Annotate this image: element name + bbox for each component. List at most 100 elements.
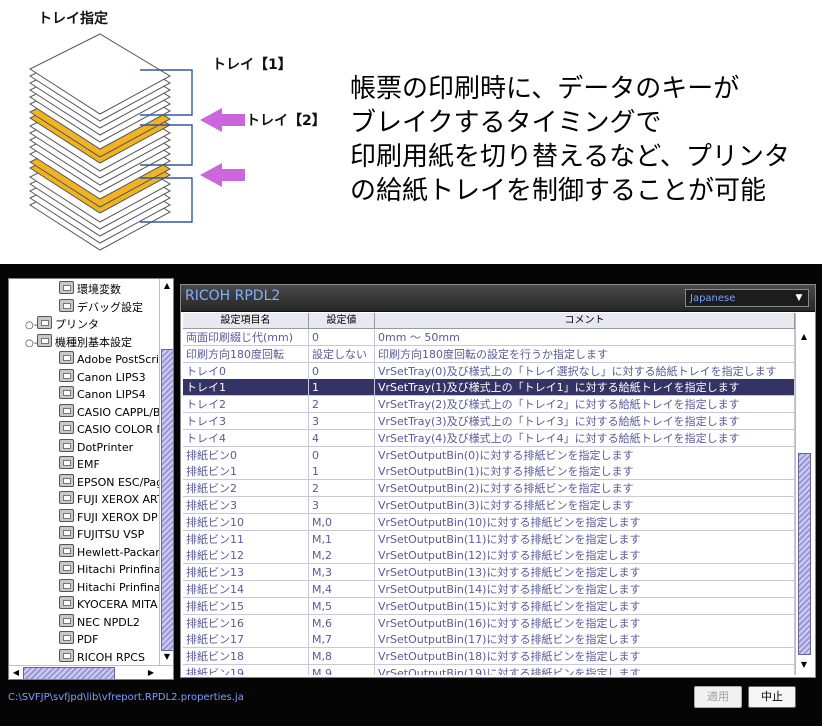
- cell-comment[interactable]: VrSetOutputBin(1)に対する排紙ビンを指定します: [375, 463, 795, 481]
- cell-comment[interactable]: VrSetOutputBin(16)に対する排紙ビンを指定します: [375, 614, 795, 632]
- cell-comment[interactable]: VrSetOutputBin(3)に対する排紙ビンを指定します: [375, 497, 795, 514]
- tree-item[interactable]: デバッグ設定: [59, 298, 143, 316]
- tree-item[interactable]: Hitachi Prinfina MA: [59, 561, 159, 578]
- cell-setting-name[interactable]: 排紙ビン2: [183, 480, 309, 498]
- cell-setting-value[interactable]: M,3: [309, 564, 375, 582]
- cell-comment[interactable]: VrSetOutputBin(10)に対する排紙ビンを指定します: [375, 513, 795, 531]
- cell-comment[interactable]: VrSetOutputBin(17)に対する排紙ビンを指定します: [375, 631, 795, 649]
- column-header-value[interactable]: 設定値: [309, 313, 375, 329]
- cell-comment[interactable]: VrSetOutputBin(12)に対する排紙ビンを指定します: [375, 547, 795, 565]
- table-row[interactable]: トレイ2 2 VrSetTray(2)及び様式上の「トレイ2」に対する給紙トレイを指…: [183, 396, 795, 414]
- table-row[interactable]: 排紙ビン18 M,8 VrSetOutputBin(18)に対する排紙ビンを指定しま…: [183, 648, 795, 666]
- table-row[interactable]: 排紙ビン3 3 VrSetOutputBin(3)に対する排紙ビンを指定します: [183, 497, 795, 514]
- tree-item[interactable]: CASIO CAPPL/Bas: [59, 403, 159, 421]
- tree-item[interactable]: Hitachi Prinfina MA: [59, 578, 159, 596]
- tree-item[interactable]: ○- プリンタ: [25, 316, 99, 333]
- cell-setting-name[interactable]: 印刷方向180度回転: [183, 345, 309, 363]
- cell-setting-name[interactable]: 排紙ビン17: [183, 631, 309, 649]
- tree-item[interactable]: PDF: [59, 631, 98, 648]
- cell-setting-value[interactable]: M,0: [309, 513, 375, 531]
- language-select[interactable]: Japanese ▼: [685, 289, 809, 307]
- cell-comment[interactable]: VrSetTray(0)及び様式上の「トレイ選択なし」に対する給紙トレイを指定し…: [375, 362, 795, 380]
- scroll-up-icon[interactable]: ▲: [798, 331, 810, 343]
- cell-comment[interactable]: VrSetOutputBin(19)に対する排紙ビンを指定します: [375, 665, 795, 675]
- cell-setting-value[interactable]: 4: [309, 429, 375, 447]
- expand-toggle-icon[interactable]: ○-: [25, 335, 37, 352]
- table-row[interactable]: 排紙ビン12 M,2 VrSetOutputBin(12)に対する排紙ビンを指定しま…: [183, 547, 795, 565]
- tree-item[interactable]: Canon LIPS3: [59, 368, 146, 386]
- cell-comment[interactable]: 0mm ～ 50mm: [375, 329, 795, 346]
- tree-item[interactable]: FUJI XEROX ART4: [59, 491, 159, 508]
- cell-setting-value[interactable]: 3: [309, 497, 375, 514]
- cell-setting-name[interactable]: 排紙ビン13: [183, 564, 309, 582]
- table-row[interactable]: 排紙ビン19 M,9 VrSetOutputBin(19)に対する排紙ビンを指定しま…: [183, 665, 795, 675]
- tree-horizontal-scrollbar[interactable]: ◀ ▶: [9, 665, 173, 679]
- tree-item[interactable]: EPSON ESC/Page: [59, 473, 159, 491]
- cancel-button[interactable]: 中止: [748, 686, 796, 708]
- scroll-right-icon[interactable]: ▶: [145, 667, 157, 679]
- tree-item[interactable]: 環境変数: [59, 281, 121, 298]
- cell-setting-name[interactable]: トレイ1: [183, 379, 309, 397]
- expand-toggle-icon[interactable]: ○-: [25, 317, 37, 334]
- cell-setting-name[interactable]: トレイ2: [183, 396, 309, 414]
- tree-item[interactable]: ○- 機種別基本設定: [25, 333, 132, 352]
- cell-comment[interactable]: VrSetOutputBin(15)に対する排紙ビンを指定します: [375, 597, 795, 615]
- scroll-up-icon[interactable]: ▲: [161, 280, 173, 292]
- tree-item[interactable]: CASIO COLOR N4: [59, 421, 159, 438]
- table-row[interactable]: 排紙ビン11 M,1 VrSetOutputBin(11)に対する排紙ビンを指定しま…: [183, 530, 795, 548]
- cell-setting-name[interactable]: 排紙ビン11: [183, 530, 309, 548]
- cell-setting-name[interactable]: 排紙ビン19: [183, 665, 309, 675]
- table-row[interactable]: 排紙ビン16 M,6 VrSetOutputBin(16)に対する排紙ビンを指定しま…: [183, 614, 795, 632]
- table-row[interactable]: トレイ3 3 VrSetTray(3)及び様式上の「トレイ3」に対する給紙トレイを指…: [183, 413, 795, 430]
- scroll-down-icon[interactable]: ▼: [161, 651, 173, 663]
- cell-setting-value[interactable]: 2: [309, 480, 375, 498]
- cell-setting-name[interactable]: 排紙ビン10: [183, 513, 309, 531]
- cell-setting-name[interactable]: 排紙ビン0: [183, 446, 309, 464]
- column-header-comment[interactable]: コメント: [375, 313, 795, 329]
- cell-setting-value[interactable]: 1: [309, 463, 375, 481]
- cell-comment[interactable]: VrSetOutputBin(2)に対する排紙ビンを指定します: [375, 480, 795, 498]
- table-row[interactable]: 排紙ビン13 M,3 VrSetOutputBin(13)に対する排紙ビンを指定しま…: [183, 564, 795, 582]
- tree-vertical-scrollbar[interactable]: ▲ ▼: [159, 279, 173, 665]
- cell-setting-value[interactable]: M,2: [309, 547, 375, 565]
- scroll-down-icon[interactable]: ▼: [798, 659, 810, 671]
- table-row[interactable]: トレイ1 1 VrSetTray(1)及び様式上の「トレイ1」に対する給紙トレイを指…: [183, 379, 795, 397]
- cell-setting-value[interactable]: 1: [309, 379, 375, 397]
- cell-comment[interactable]: VrSetOutputBin(11)に対する排紙ビンを指定します: [375, 530, 795, 548]
- cell-comment[interactable]: VrSetTray(1)及び様式上の「トレイ1」に対する給紙トレイを指定します: [375, 379, 795, 397]
- cell-setting-value[interactable]: 0: [309, 329, 375, 346]
- cell-setting-name[interactable]: トレイ0: [183, 362, 309, 380]
- cell-setting-name[interactable]: 排紙ビン12: [183, 547, 309, 565]
- cell-comment[interactable]: 印刷方向180度回転の設定を行うか指定します: [375, 345, 795, 363]
- apply-button[interactable]: 適用: [694, 686, 742, 708]
- table-row[interactable]: 両面印刷綴じ代(mm) 0 0mm ～ 50mm: [183, 329, 795, 346]
- cell-setting-value[interactable]: 設定しない: [309, 345, 375, 363]
- scroll-thumb[interactable]: [23, 667, 115, 679]
- tree-item[interactable]: DotPrinter: [59, 438, 133, 456]
- cell-setting-value[interactable]: 2: [309, 396, 375, 414]
- scroll-left-icon[interactable]: ◀: [10, 667, 22, 679]
- cell-comment[interactable]: VrSetOutputBin(18)に対する排紙ビンを指定します: [375, 648, 795, 666]
- cell-setting-value[interactable]: M,9: [309, 665, 375, 675]
- cell-setting-value[interactable]: M,1: [309, 530, 375, 548]
- table-row[interactable]: 排紙ビン1 1 VrSetOutputBin(1)に対する排紙ビンを指定します: [183, 463, 795, 481]
- table-row[interactable]: 排紙ビン15 M,5 VrSetOutputBin(15)に対する排紙ビンを指定しま…: [183, 597, 795, 615]
- cell-comment[interactable]: VrSetTray(3)及び様式上の「トレイ3」に対する給紙トレイを指定します: [375, 413, 795, 430]
- tree-item[interactable]: FUJITSU VSP: [59, 526, 144, 543]
- tree-item[interactable]: EMF: [59, 456, 100, 473]
- cell-setting-value[interactable]: M,4: [309, 581, 375, 598]
- cell-setting-value[interactable]: 0: [309, 362, 375, 380]
- cell-setting-name[interactable]: 排紙ビン3: [183, 497, 309, 514]
- cell-setting-value[interactable]: M,8: [309, 648, 375, 666]
- table-row[interactable]: 排紙ビン2 2 VrSetOutputBin(2)に対する排紙ビンを指定します: [183, 480, 795, 498]
- cell-comment[interactable]: VrSetTray(2)及び様式上の「トレイ2」に対する給紙トレイを指定します: [375, 396, 795, 414]
- tree-item[interactable]: Hewlett-Packard P: [59, 543, 159, 561]
- cell-setting-name[interactable]: 両面印刷綴じ代(mm): [183, 329, 309, 346]
- scroll-thumb[interactable]: [798, 453, 811, 655]
- table-row[interactable]: トレイ0 0 VrSetTray(0)及び様式上の「トレイ選択なし」に対する給紙トレ…: [183, 362, 795, 380]
- tree-item[interactable]: Canon LIPS4: [59, 386, 146, 403]
- tree-item[interactable]: KYOCERA MITA P: [59, 596, 159, 613]
- table-row[interactable]: 排紙ビン14 M,4 VrSetOutputBin(14)に対する排紙ビンを指定しま…: [183, 581, 795, 598]
- cell-setting-value[interactable]: M,6: [309, 614, 375, 632]
- cell-setting-name[interactable]: 排紙ビン16: [183, 614, 309, 632]
